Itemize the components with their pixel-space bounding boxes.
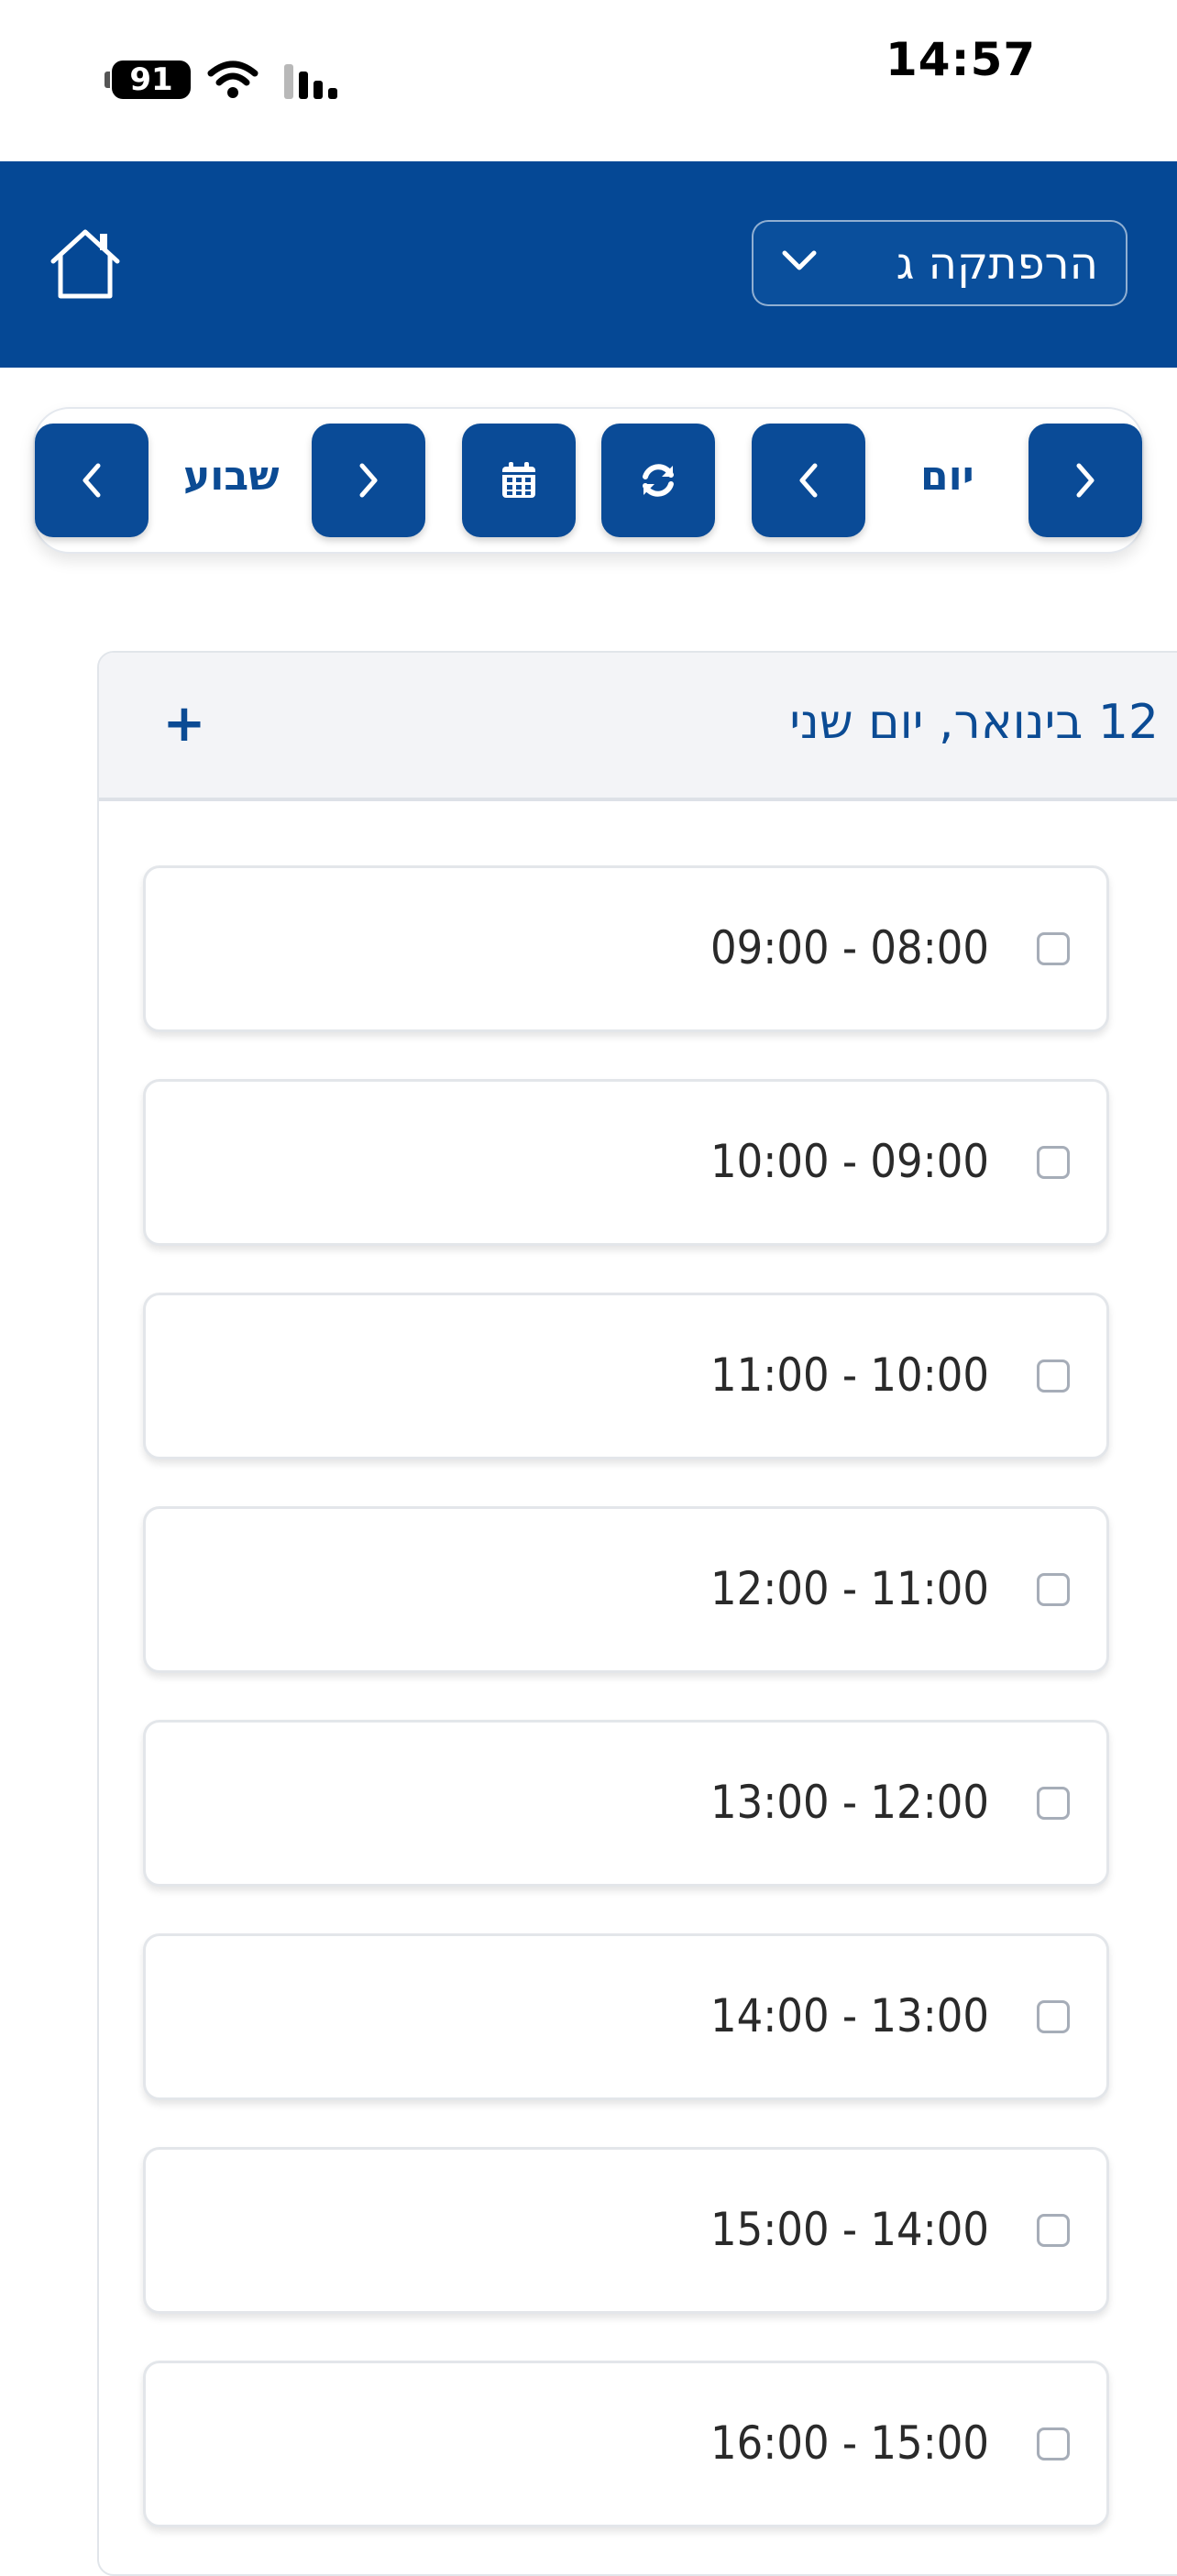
time-slot-checkbox[interactable]	[1037, 2427, 1070, 2460]
time-slot[interactable]: 13:00 - 12:00	[143, 1720, 1109, 1887]
chevron-right-icon	[1076, 463, 1094, 498]
chevron-down-icon	[782, 250, 817, 270]
time-slot-label: 12:00 - 11:00	[710, 1562, 989, 1615]
time-slot[interactable]: 11:00 - 10:00	[143, 1293, 1109, 1459]
time-slot-label: 14:00 - 13:00	[710, 1989, 989, 2042]
refresh-icon	[643, 464, 674, 497]
day-prev-button[interactable]	[752, 424, 865, 537]
chevron-left-icon	[799, 463, 818, 498]
battery-indicator: 91	[104, 61, 191, 99]
time-slot[interactable]: 16:00 - 15:00	[143, 2361, 1109, 2527]
time-slot-checkbox[interactable]	[1037, 932, 1070, 965]
time-slot-label: 16:00 - 15:00	[710, 2416, 989, 2470]
time-slot-checkbox[interactable]	[1037, 1146, 1070, 1179]
time-slot-label: 13:00 - 12:00	[710, 1776, 989, 1829]
week-prev-button[interactable]	[35, 424, 148, 537]
group-select[interactable]: הרפתקה ג	[752, 220, 1128, 306]
day-label: יום	[920, 453, 974, 500]
day-title: 12 בינואר, יום שני	[789, 695, 1159, 750]
status-time: 14:57	[886, 33, 1037, 86]
refresh-button[interactable]	[601, 424, 715, 537]
chevron-left-icon	[82, 463, 101, 498]
status-bar: 91 14:57	[0, 0, 1177, 161]
chevron-right-icon	[359, 463, 378, 498]
wifi-icon	[207, 61, 258, 98]
time-slot-checkbox[interactable]	[1037, 1360, 1070, 1393]
time-slot-checkbox[interactable]	[1037, 2000, 1070, 2033]
signal-icon	[284, 64, 337, 99]
time-slot-label: 09:00 - 08:00	[710, 921, 989, 974]
time-slot[interactable]: 10:00 - 09:00	[143, 1079, 1109, 1246]
calendar-icon	[502, 462, 535, 498]
group-select-value: הרפתקה ג	[896, 238, 1098, 290]
time-slot-label: 10:00 - 09:00	[710, 1135, 989, 1188]
time-slot-checkbox[interactable]	[1037, 1573, 1070, 1606]
time-slot-label: 15:00 - 14:00	[710, 2203, 989, 2256]
week-label: שבוע	[183, 453, 280, 500]
time-slot[interactable]: 15:00 - 14:00	[143, 2147, 1109, 2314]
week-next-button[interactable]	[312, 424, 425, 537]
time-slot[interactable]: 14:00 - 13:00	[143, 1933, 1109, 2100]
time-slot-checkbox[interactable]	[1037, 2214, 1070, 2247]
day-card-header: 12 בינואר, יום שני +	[99, 653, 1177, 801]
add-slot-button[interactable]: +	[152, 688, 216, 761]
time-slot-checkbox[interactable]	[1037, 1787, 1070, 1820]
home-icon[interactable]	[46, 225, 125, 302]
time-slot[interactable]: 12:00 - 11:00	[143, 1506, 1109, 1673]
day-next-button[interactable]	[1028, 424, 1142, 537]
calendar-button[interactable]	[462, 424, 576, 537]
time-slot[interactable]: 09:00 - 08:00	[143, 865, 1109, 1032]
time-slot-label: 11:00 - 10:00	[710, 1349, 989, 1402]
